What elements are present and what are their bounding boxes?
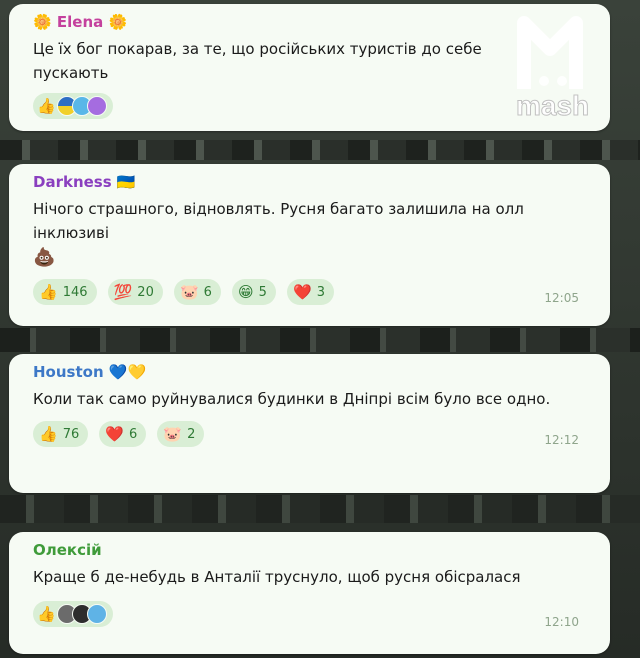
avatar	[86, 96, 107, 116]
sender-name: Олексій	[33, 541, 102, 559]
reaction-chip[interactable]: 💯 20	[107, 279, 163, 305]
heart-icon: ❤️	[105, 424, 125, 443]
message-time: 12:10	[544, 615, 579, 629]
reaction-chip[interactable]: 👍 146	[33, 279, 97, 305]
grin-icon: 😁	[238, 282, 254, 301]
message-text: Коли так само руйнувалися будинки в Дніп…	[33, 390, 551, 408]
sunflower-icon: 🌼	[108, 13, 128, 31]
thumbs-up-icon: 👍	[39, 282, 58, 301]
message-text: Нічого страшного, відновлять. Русня бага…	[33, 200, 524, 242]
pig-icon: 🐷	[163, 424, 183, 443]
reaction-chip[interactable]: 👍	[33, 601, 113, 627]
ukraine-flag-icon: 🇺🇦	[116, 173, 136, 191]
message-text: Краще б де-небудь в Анталії труснуло, що…	[33, 568, 521, 586]
mash-logo: mash	[516, 16, 590, 117]
heart-icon: ❤️	[293, 282, 312, 301]
sunflower-icon: 🌼	[33, 13, 52, 31]
thumbs-up-icon: 👍	[37, 97, 56, 115]
message-bubble[interactable]: Darkness 🇺🇦 Нічого страшного, відновлять…	[9, 164, 610, 326]
reactions-row: 👍 12:10	[33, 601, 590, 629]
message-text: Це їх бог покарав, за те, що російських …	[33, 40, 482, 82]
message-bubble[interactable]: 🌼 Elena 🌼 Це їх бог покарав, за те, що р…	[9, 4, 610, 131]
background-strip	[0, 140, 640, 160]
background-strip	[0, 328, 640, 352]
reaction-chip[interactable]: 😁 5	[232, 279, 276, 305]
reaction-chip[interactable]: 🐷 6	[173, 279, 221, 305]
reaction-chip[interactable]: 👍 76	[33, 421, 89, 447]
pig-icon: 🐷	[179, 282, 199, 301]
reaction-chip[interactable]: 👍	[33, 93, 113, 119]
sender-name: Darkness 🇺🇦	[33, 173, 136, 191]
thumbs-up-icon: 👍	[37, 605, 56, 623]
message-bubble[interactable]: Houston 💙💛 Коли так само руйнувалися буд…	[9, 354, 610, 493]
message-time: 12:05	[544, 291, 579, 305]
reactions-row: 👍 146 💯 20 🐷 6 😁 5 ❤️ 3 12:05	[33, 279, 590, 307]
reaction-chip[interactable]: 🐷 2	[157, 421, 205, 447]
avatar	[86, 604, 107, 624]
sender-name: 🌼 Elena 🌼	[33, 13, 128, 31]
sender-name: Houston 💙💛	[33, 363, 147, 381]
reactions-row: 👍 76 ❤️ 6 🐷 2 12:12	[33, 421, 590, 449]
reaction-chip[interactable]: ❤️ 3	[287, 279, 334, 305]
thumbs-up-icon: 👍	[39, 424, 58, 443]
reactions-row: 👍	[33, 93, 590, 121]
reaction-chip[interactable]: ❤️ 6	[99, 421, 147, 447]
svg-text:mash: mash	[516, 90, 589, 117]
message-time: 12:12	[544, 433, 579, 447]
blue-yellow-heart-icon: 💙💛	[108, 363, 147, 381]
message-bubble[interactable]: Олексій Краще б де-небудь в Анталії трус…	[9, 532, 610, 654]
background-strip	[0, 495, 640, 523]
hundred-icon: 💯	[113, 282, 133, 301]
sticker: 💩	[33, 247, 56, 268]
